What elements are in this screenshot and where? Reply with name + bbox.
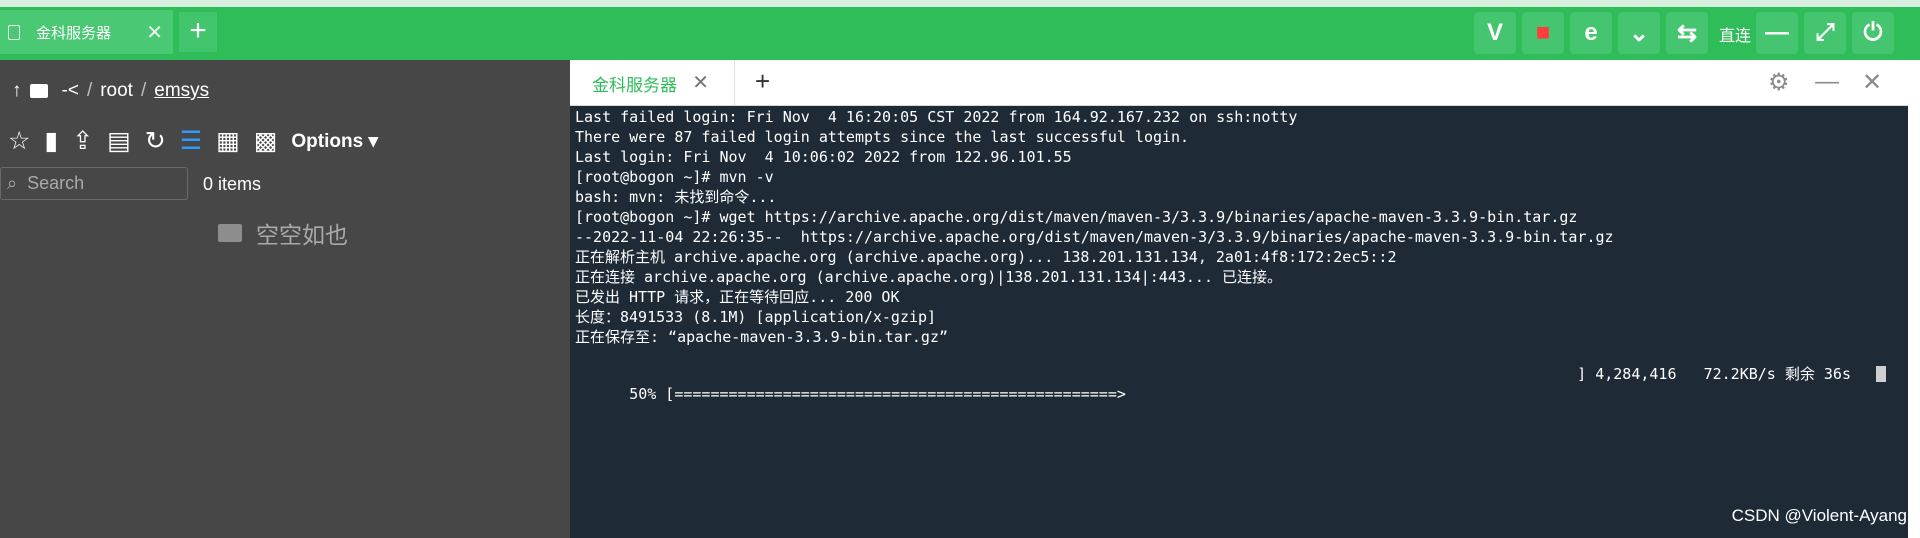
power-icon: ⏻ [1863, 19, 1883, 46]
terminal-output[interactable]: Last failed login: Fri Nov 4 16:20:05 CS… [570, 106, 1908, 538]
minimize-window-button[interactable]: — [1756, 12, 1798, 54]
download-progress: 50% [===================================… [575, 364, 1903, 403]
breadcrumb-separator: / [140, 80, 147, 101]
terminal-line: Last failed login: Fri Nov 4 16:20:05 CS… [575, 108, 1298, 126]
bookmark-icon[interactable]: ▮ [44, 126, 58, 156]
close-window-icon[interactable]: ✕ [1862, 68, 1882, 97]
terminal-line: There were 87 failed login attempts sinc… [575, 128, 1190, 146]
terminal-tab[interactable]: 金科服务器 ✕ [570, 60, 735, 106]
file-toolbar: ☆ ▮ ⇪ ▤ ↻ ☰ ▦ ▩ Options ▾ [8, 126, 378, 156]
terminal-tabbar: 金科服务器 ✕ + ⚙ — ✕ [570, 60, 1908, 106]
file-settings-icon[interactable]: ▤ [107, 126, 131, 156]
item-count: 0 items [203, 174, 262, 194]
minimize-icon[interactable]: — [1815, 68, 1839, 96]
search-input[interactable]: Search [27, 173, 84, 194]
terminal-cursor [1876, 366, 1886, 382]
gift-icon: ■ [1535, 19, 1551, 46]
power-button[interactable]: ⏻ [1852, 12, 1894, 54]
terminal-line: 正在保存至: “apache-maven-3.3.9-bin.tar.gz” [575, 328, 949, 346]
breadcrumb-dir[interactable]: root [100, 80, 133, 102]
terminal-line: --2022-11-04 22:26:35-- https://archive.… [575, 228, 1614, 246]
direct-connect-label[interactable]: 直连 [1719, 22, 1751, 46]
top-accent-line [0, 0, 1920, 7]
switch-button[interactable]: ⇆ [1666, 12, 1708, 54]
terminal-line: [root@bogon ~]# wget https://archive.apa… [575, 208, 1578, 226]
terminal-line: 正在解析主机 archive.apache.org (archive.apach… [575, 248, 1397, 266]
empty-text: 空空如也 [256, 222, 348, 248]
terminal-tab-label: 金科服务器 [592, 75, 677, 95]
terminal-line: Last login: Fri Nov 4 10:06:02 2022 from… [575, 148, 1072, 166]
progress-stats: ] 4,284,416 72.2KB/s 剩余 36s [1577, 365, 1851, 383]
fullscreen-icon: ⤢ [1815, 19, 1835, 46]
empty-state: 空空如也 [218, 216, 348, 250]
breadcrumb: ↑ -< / root / emsys [12, 80, 209, 102]
tab-server-label: 金科服务器 [36, 24, 112, 42]
tab-server[interactable]: 金科服务器 ✕ [0, 10, 173, 54]
swap-icon: ⇆ [1676, 19, 1698, 47]
new-terminal-button[interactable]: + [755, 66, 770, 97]
close-icon[interactable]: ✕ [146, 20, 163, 45]
terminal-line: bash: mvn: 未找到命令... [575, 188, 777, 206]
file-browser-panel: ↑ -< / root / emsys ☆ ▮ ⇪ ▤ ↻ ☰ ▦ ▩ Opti… [0, 60, 570, 538]
breadcrumb-current[interactable]: emsys [154, 80, 209, 102]
close-icon[interactable]: ✕ [692, 70, 709, 95]
folder-icon [29, 84, 48, 98]
up-arrow-icon[interactable]: ↑ [12, 80, 22, 102]
progress-bar-text: 50% [===================================… [629, 385, 1126, 403]
document-icon [8, 24, 20, 40]
grid-view-icon[interactable]: ▩ [254, 126, 278, 156]
dropdown-button[interactable]: ⌄ [1618, 12, 1660, 54]
terminal-panel: 金科服务器 ✕ + ⚙ — ✕ Last failed login: Fri N… [570, 60, 1908, 538]
browser-icon: e [1584, 19, 1598, 46]
minimize-icon: — [1765, 19, 1789, 46]
new-tab-button[interactable]: + [179, 12, 217, 52]
gift-button[interactable]: ■ [1522, 12, 1564, 54]
terminal-line: 已发出 HTTP 请求，正在等待回应... 200 OK [575, 288, 900, 306]
search-icon: ⌕ [7, 173, 18, 193]
folder-open-icon [218, 224, 242, 242]
top-bar: 金科服务器 ✕ + V ■ e ⌄ ⇆ 直连 — ⤢ ⏻ [0, 0, 1920, 60]
list-view-icon[interactable]: ☰ [180, 126, 202, 156]
terminal-line: 正在连接 archive.apache.org (archive.apache.… [575, 268, 1283, 286]
options-dropdown[interactable]: Options ▾ [291, 130, 378, 153]
browser-button[interactable]: e [1570, 12, 1612, 54]
upload-folder-icon[interactable]: ⇪ [72, 126, 93, 156]
fullscreen-button[interactable]: ⤢ [1804, 12, 1846, 54]
star-icon[interactable]: ☆ [8, 126, 30, 156]
vip-icon: V [1486, 19, 1503, 46]
breadcrumb-root[interactable]: -< [62, 80, 79, 102]
search-box[interactable]: ⌕ Search [0, 167, 188, 200]
chevron-down-icon: ⌄ [1628, 19, 1650, 47]
gear-icon[interactable]: ⚙ [1768, 68, 1790, 97]
vip-button[interactable]: V [1474, 12, 1516, 54]
detail-view-icon[interactable]: ▦ [216, 126, 240, 156]
watermark: CSDN @Violent-Ayang [1731, 506, 1907, 525]
terminal-line: 长度：8491533 (8.1M) [application/x-gzip] [575, 308, 937, 326]
breadcrumb-separator: / [86, 80, 93, 101]
refresh-icon[interactable]: ↻ [145, 126, 166, 156]
terminal-line: [root@bogon ~]# mvn -v [575, 168, 774, 186]
